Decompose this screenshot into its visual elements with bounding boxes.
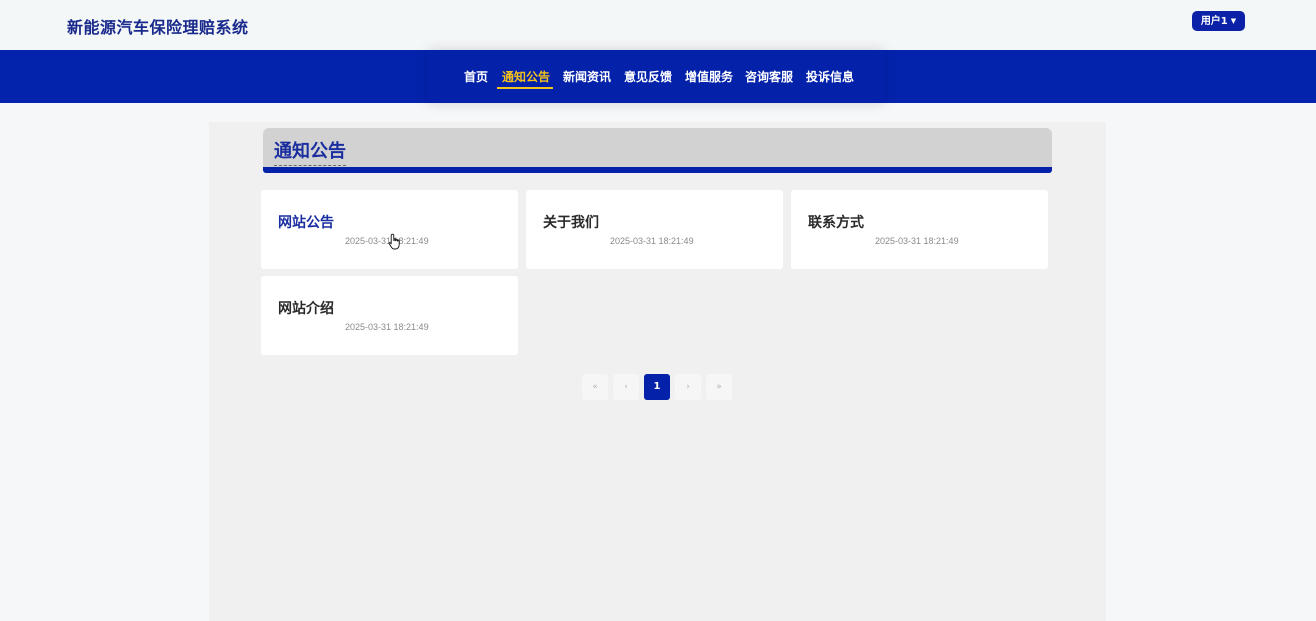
- notice-title[interactable]: 网站介绍: [278, 298, 334, 318]
- pagination-first-button[interactable]: «: [582, 374, 608, 400]
- notice-title[interactable]: 网站公告: [278, 212, 334, 232]
- pagination-prev-button[interactable]: ‹: [613, 374, 639, 400]
- site-title: 新能源汽车保险理赔系统: [67, 18, 249, 37]
- hand-cursor-icon: [388, 233, 400, 250]
- notice-card[interactable]: 网站介绍 2025-03-31 18:21:49: [261, 276, 518, 355]
- nav-item-customer-service[interactable]: 咨询客服: [745, 68, 793, 88]
- notice-card[interactable]: 联系方式 2025-03-31 18:21:49: [791, 190, 1048, 269]
- nav-item-complaints[interactable]: 投诉信息: [806, 68, 854, 88]
- notice-date: 2025-03-31 18:21:49: [875, 236, 959, 246]
- nav-item-home[interactable]: 首页: [464, 68, 488, 88]
- notice-card[interactable]: 关于我们 2025-03-31 18:21:49: [526, 190, 783, 269]
- notice-date: 2025-03-31 18:21:49: [345, 322, 429, 332]
- nav-item-feedback[interactable]: 意见反馈: [624, 68, 672, 88]
- notice-date: 2025-03-31 18:21:49: [610, 236, 694, 246]
- nav-item-news[interactable]: 新闻资讯: [563, 68, 611, 88]
- user-menu-button[interactable]: 用户1 ▼: [1192, 11, 1245, 31]
- section-title: 通知公告: [274, 137, 346, 166]
- top-bar: 新能源汽车保险理赔系统 用户1 ▼: [0, 0, 1316, 50]
- section-header: [263, 128, 1052, 168]
- notice-title[interactable]: 关于我们: [543, 212, 599, 232]
- user-menu-label: 用户1: [1200, 16, 1228, 27]
- notice-title[interactable]: 联系方式: [808, 212, 864, 232]
- nav-active-indicator: [497, 87, 553, 89]
- nav-item-notices[interactable]: 通知公告: [502, 68, 550, 88]
- notice-date: 2025-03-31 18:21:49: [345, 236, 429, 246]
- pagination-last-button[interactable]: »: [706, 374, 732, 400]
- pagination-next-button[interactable]: ›: [675, 374, 701, 400]
- notice-card[interactable]: 网站公告 2025-03-31 18:21:49: [261, 190, 518, 269]
- section-header-bar: [263, 167, 1052, 173]
- chevron-down-icon: ▼: [1230, 17, 1237, 25]
- pagination-page-button[interactable]: 1: [644, 374, 670, 400]
- nav-item-value-added[interactable]: 增值服务: [685, 68, 733, 88]
